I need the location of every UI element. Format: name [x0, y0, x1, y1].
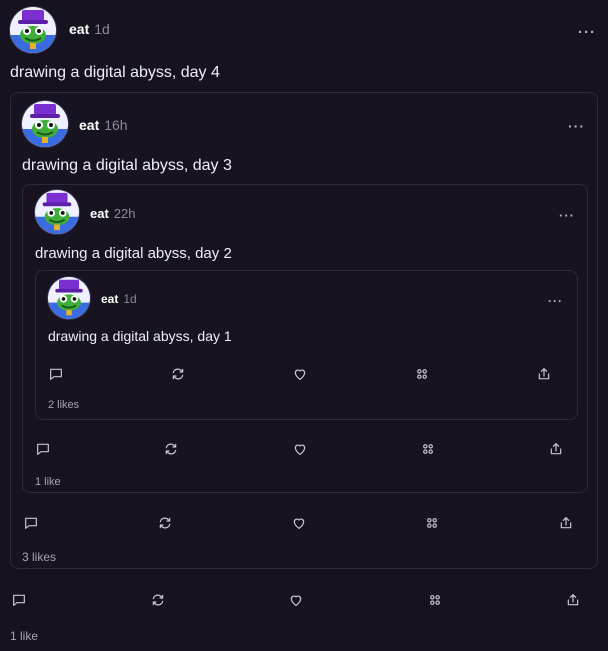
more-options-icon[interactable]: ···	[548, 294, 563, 308]
more-options-icon[interactable]: ···	[568, 118, 585, 134]
share-icon[interactable]	[555, 512, 577, 534]
more-options-icon[interactable]: ···	[578, 24, 596, 41]
repost-icon[interactable]	[167, 363, 189, 385]
post-text: drawing a digital abyss, day 3	[22, 157, 232, 174]
like-count[interactable]: 3 likes	[22, 550, 56, 564]
avatar-frog-icon	[10, 7, 56, 53]
author-name[interactable]: eat	[79, 117, 99, 133]
comment-icon[interactable]	[8, 589, 30, 611]
post-text: drawing a digital abyss, day 2	[35, 245, 232, 262]
grid-icon[interactable]	[417, 438, 439, 460]
heart-icon[interactable]	[288, 512, 310, 534]
heart-icon[interactable]	[289, 363, 311, 385]
like-count[interactable]: 2 likes	[48, 399, 79, 411]
post-header: eat 22h	[90, 206, 136, 221]
more-options-icon[interactable]: ···	[559, 208, 575, 223]
avatar[interactable]	[10, 7, 56, 53]
post-header: eat 1d	[101, 292, 137, 306]
post-actions	[45, 363, 555, 385]
heart-icon[interactable]	[285, 589, 307, 611]
post-time[interactable]: 1d	[94, 21, 110, 37]
avatar-frog-icon	[48, 277, 90, 319]
avatar-frog-icon	[35, 190, 79, 234]
comment-icon[interactable]	[32, 438, 54, 460]
share-icon[interactable]	[562, 589, 584, 611]
repost-icon[interactable]	[147, 589, 169, 611]
comment-icon[interactable]	[20, 512, 42, 534]
author-name[interactable]: eat	[101, 292, 118, 306]
share-icon[interactable]	[545, 438, 567, 460]
grid-icon[interactable]	[424, 589, 446, 611]
post-text: drawing a digital abyss, day 1	[48, 328, 232, 344]
repost-icon[interactable]	[160, 438, 182, 460]
avatar[interactable]	[22, 101, 68, 147]
grid-icon[interactable]	[411, 363, 433, 385]
avatar[interactable]	[35, 190, 79, 234]
post-time[interactable]: 16h	[104, 117, 127, 133]
like-count[interactable]: 1 like	[10, 629, 38, 643]
like-count[interactable]: 1 like	[35, 476, 61, 488]
author-name[interactable]: eat	[90, 206, 109, 221]
post-time[interactable]: 1d	[123, 292, 136, 306]
repost-icon[interactable]	[154, 512, 176, 534]
post-actions	[32, 438, 567, 460]
heart-icon[interactable]	[289, 438, 311, 460]
post-time[interactable]: 22h	[114, 206, 136, 221]
post-text: drawing a digital abyss, day 4	[10, 64, 220, 81]
post-header: eat 16h	[79, 117, 128, 133]
avatar[interactable]	[48, 277, 90, 319]
post-actions	[8, 589, 584, 611]
grid-icon[interactable]	[421, 512, 443, 534]
avatar-frog-icon	[22, 101, 68, 147]
post-header: eat 1d	[69, 21, 110, 37]
comment-icon[interactable]	[45, 363, 67, 385]
post-actions	[20, 512, 577, 534]
author-name[interactable]: eat	[69, 21, 89, 37]
share-icon[interactable]	[533, 363, 555, 385]
